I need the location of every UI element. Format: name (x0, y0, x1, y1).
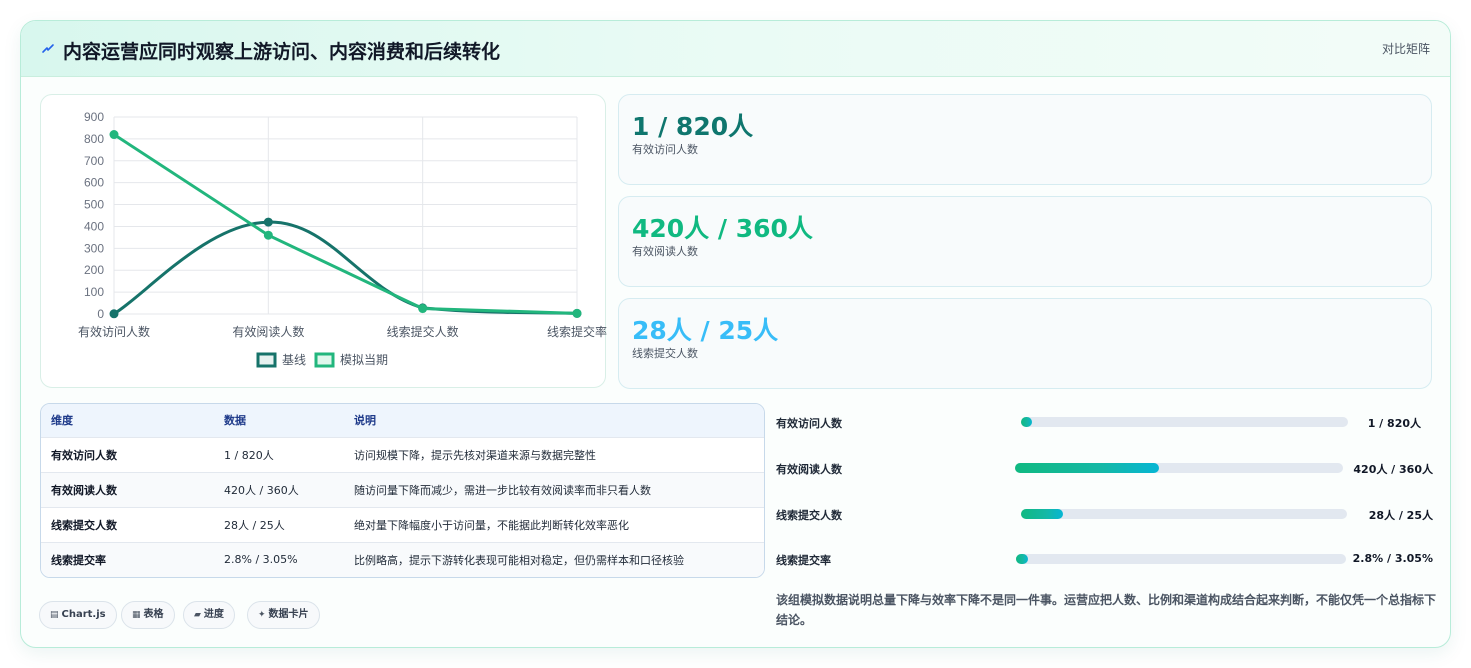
card-header: 内容运营应同时观察上游访问、内容消费和后续转化 对比矩阵 (21, 21, 1450, 77)
data-point (418, 304, 428, 314)
cell-data: 1 / 820人 (224, 448, 274, 462)
table-header-row: 维度 数据 说明 (41, 404, 764, 437)
progress-label: 有效阅读人数 (776, 463, 842, 476)
series-line (113, 133, 578, 315)
progress-fill (1021, 509, 1064, 519)
cell-description: 随访问量下降而减少，需进一步比较有效阅读率而非只看人数 (354, 483, 651, 497)
progress-list: 有效访问人数 1 / 820人 有效阅读人数 420人 / 360人 线索提交人… (776, 404, 1436, 594)
stat-value: 1 / 820人 (632, 112, 754, 141)
line-chart: 900 800 700 600 500 400 300 200 100 0 有效访问人数 有效阅读人数… (78, 110, 607, 368)
legend-swatch (256, 352, 277, 368)
line-chart-panel: 900 800 700 600 500 400 300 200 100 0 有效访问人数 有效阅读人数… (40, 94, 607, 388)
progress-fill (1021, 417, 1033, 427)
x-tick-label: 有效阅读人数 (232, 324, 304, 339)
data-point (109, 309, 119, 319)
progress-track (1021, 509, 1347, 519)
stat-card-reads: 420人 / 360人 有效阅读人数 (618, 196, 1432, 287)
page-title: 内容运营应同时观察上游访问、内容消费和后续转化 (63, 41, 501, 63)
progress-row: 有效阅读人数 420人 / 360人 (776, 458, 1436, 478)
legend-label: 基线 (282, 353, 306, 367)
series-line (113, 220, 578, 316)
dashboard-card: 内容运营应同时观察上游访问、内容消费和后续转化 对比矩阵 900 800 700 60… (20, 20, 1451, 648)
y-tick-label: 900 (84, 110, 104, 124)
column-header: 维度 (51, 414, 73, 428)
cell-dimension: 线索提交率 (51, 553, 106, 567)
x-tick-label: 线索提交人数 (387, 324, 459, 339)
table-row: 有效访问人数 1 / 820人 访问规模下降，提示先核对渠道来源与数据完整性 (41, 437, 764, 472)
progress-icon: ▰ (194, 610, 201, 620)
table-row: 线索提交人数 28人 / 25人 绝对量下降幅度小于访问量，不能据此判断转化效率… (41, 507, 764, 542)
progress-value: 1 / 820人 (1367, 417, 1421, 430)
y-tick-label: 400 (84, 219, 104, 233)
progress-fill (1015, 463, 1160, 473)
chip-label: 表格 (143, 609, 164, 620)
chip-data-cards[interactable]: ✦ 数据卡片 (247, 601, 320, 629)
chip-label: Chart.js (61, 609, 106, 620)
y-tick-label: 100 (84, 285, 104, 299)
data-point (263, 230, 273, 240)
chip-label: 数据卡片 (268, 609, 309, 620)
cell-dimension: 有效访问人数 (51, 448, 117, 462)
progress-row: 线索提交率 2.8% / 3.05% (776, 549, 1436, 569)
column-header: 数据 (224, 414, 246, 428)
progress-label: 线索提交人数 (776, 509, 842, 522)
progress-track (1015, 463, 1343, 473)
cell-data: 2.8% / 3.05% (224, 553, 298, 567)
chip-chartjs[interactable]: ▤ Chart.js (39, 601, 117, 629)
compare-matrix-link[interactable]: 对比矩阵 (1382, 40, 1430, 57)
progress-label: 线索提交率 (776, 554, 831, 567)
table-row: 线索提交率 2.8% / 3.05% 比例略高，提示下游转化表现可能相对稳定，但… (41, 542, 764, 577)
y-tick-label: 200 (84, 263, 104, 277)
data-point (109, 130, 119, 140)
y-tick-label: 800 (84, 132, 104, 146)
sparkle-icon: ✦ (258, 610, 266, 620)
stat-value: 420人 / 360人 (632, 214, 813, 243)
progress-row: 线索提交人数 28人 / 25人 (776, 504, 1436, 524)
lightning-icon (42, 44, 54, 53)
comparison-table: 维度 数据 说明 有效访问人数 1 / 820人 访问规模下降，提示先核对渠道来… (40, 403, 765, 578)
stat-label: 线索提交人数 (632, 347, 698, 360)
stat-card-visits: 1 / 820人 有效访问人数 (618, 94, 1432, 185)
progress-value: 420人 / 360人 (1353, 463, 1433, 476)
column-header: 说明 (354, 414, 376, 428)
progress-fill (1016, 554, 1028, 564)
cell-dimension: 有效阅读人数 (51, 483, 117, 497)
table-row: 有效阅读人数 420人 / 360人 随访问量下降而减少，需进一步比较有效阅读率… (41, 472, 764, 507)
cell-description: 比例略高，提示下游转化表现可能相对稳定，但仍需样本和口径核验 (354, 553, 684, 567)
chip-table[interactable]: ▦ 表格 (121, 601, 175, 629)
y-tick-label: 0 (97, 307, 104, 321)
cell-dimension: 线索提交人数 (51, 518, 117, 532)
chip-label: 进度 (203, 609, 224, 620)
data-point (263, 217, 273, 227)
data-point (572, 308, 582, 318)
progress-label: 有效访问人数 (776, 417, 842, 430)
stat-label: 有效阅读人数 (632, 245, 698, 258)
summary-note: 该组模拟数据说明总量下降与效率下降不是同一件事。运营应把人数、比例和渠道构成结合… (776, 593, 1437, 627)
chart-icon: ▤ (50, 610, 59, 620)
stat-label: 有效访问人数 (632, 143, 698, 156)
progress-row: 有效访问人数 1 / 820人 (776, 412, 1436, 432)
stat-card-leads: 28人 / 25人 线索提交人数 (618, 298, 1432, 389)
progress-value: 2.8% / 3.05% (1352, 552, 1433, 565)
y-tick-label: 500 (84, 198, 104, 212)
legend-label: 模拟当期 (340, 353, 388, 367)
y-tick-label: 600 (84, 176, 104, 190)
cell-data: 28人 / 25人 (224, 518, 285, 532)
table-icon: ▦ (132, 610, 141, 620)
chip-progress[interactable]: ▰ 进度 (183, 601, 235, 629)
x-tick-label: 线索提交率 (547, 324, 607, 339)
x-tick-label: 有效访问人数 (78, 324, 150, 339)
y-tick-label: 300 (84, 241, 104, 255)
progress-track (1021, 417, 1348, 427)
cell-description: 绝对量下降幅度小于访问量，不能据此判断转化效率恶化 (354, 518, 629, 532)
stat-value: 28人 / 25人 (632, 316, 779, 345)
progress-track (1016, 554, 1346, 564)
legend-swatch (314, 352, 335, 368)
progress-value: 28人 / 25人 (1368, 509, 1433, 522)
cell-data: 420人 / 360人 (224, 483, 299, 497)
cell-description: 访问规模下降，提示先核对渠道来源与数据完整性 (354, 448, 596, 462)
y-tick-label: 700 (84, 154, 104, 168)
